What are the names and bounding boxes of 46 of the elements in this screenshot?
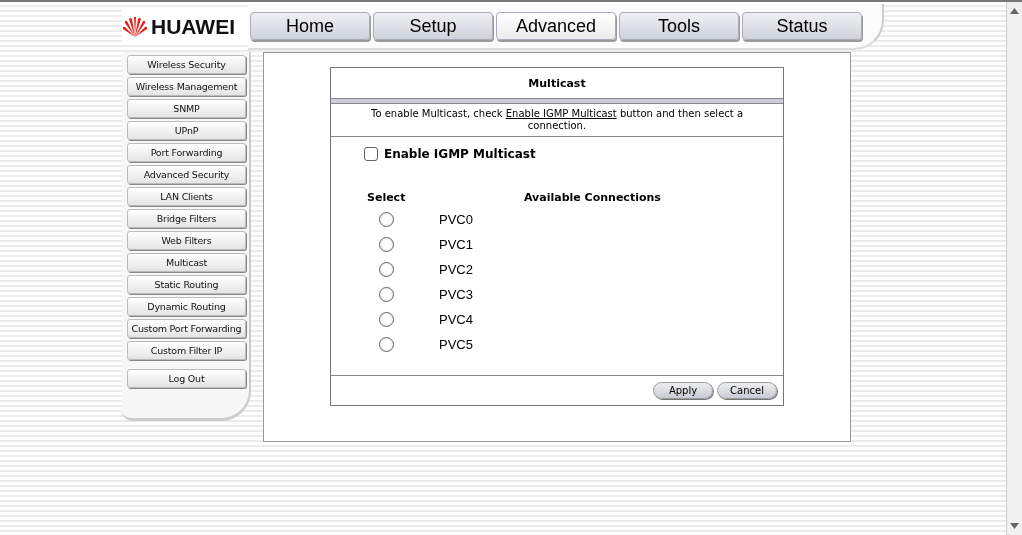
radio-button[interactable]	[379, 237, 394, 252]
enable-igmp-link[interactable]: Enable IGMP Multicast	[505, 108, 617, 119]
section-title: Multicast	[527, 75, 587, 92]
sidebar-item[interactable]: LAN Clients	[127, 187, 246, 206]
sidebar-item[interactable]: UPnP	[127, 121, 246, 140]
radio-button[interactable]	[379, 212, 394, 227]
fan-logo-icon	[122, 17, 148, 37]
radio-button[interactable]	[379, 287, 394, 302]
brand-name: HUAWEI	[151, 15, 235, 39]
instruction-text: To enable Multicast, check Enable IGMP Multicast button and then select a connection.	[331, 104, 783, 137]
connection-name: PVC1	[439, 236, 474, 254]
scrollbar[interactable]	[1006, 2, 1022, 535]
nav-tab[interactable]: Home	[250, 12, 370, 40]
sidebar-item[interactable]: Bridge Filters	[127, 209, 246, 228]
nav-tab[interactable]: Status	[742, 12, 862, 40]
nav-tab[interactable]: Setup	[373, 12, 493, 40]
sidebar-item[interactable]: Wireless Management	[127, 77, 246, 96]
sidebar-item[interactable]: Dynamic Routing	[127, 297, 246, 316]
nav-tab[interactable]: Tools	[619, 12, 739, 40]
sidebar-item[interactable]: Port Forwarding	[127, 143, 246, 162]
connection-name: PVC2	[439, 261, 474, 279]
sidebar-item[interactable]: Static Routing	[127, 275, 246, 294]
sidebar-item[interactable]: Custom Filter IP	[127, 341, 246, 360]
checkbox-label: Enable IGMP Multicast	[384, 147, 536, 161]
connection-name: PVC4	[439, 311, 474, 329]
sidebar-item[interactable]: Wireless Security	[127, 55, 246, 74]
sidebar-item[interactable]: Web Filters	[127, 231, 246, 250]
checkbox[interactable]	[364, 147, 378, 161]
radio-button[interactable]	[379, 312, 394, 327]
radio-button[interactable]	[379, 337, 394, 352]
connection-name: PVC3	[439, 286, 474, 304]
scroll-up-icon[interactable]	[1010, 8, 1019, 14]
column-header: Select	[366, 191, 407, 204]
sidebar-item[interactable]: SNMP	[127, 99, 246, 118]
column-header: Available Connections	[523, 191, 662, 204]
sidebar-item[interactable]: Custom Port Forwarding	[127, 319, 246, 338]
nav-tab[interactable]: Advanced	[496, 12, 616, 40]
cancel-button[interactable]: Cancel	[717, 382, 777, 399]
sidebar-item[interactable]: Multicast	[127, 253, 246, 272]
scroll-down-icon[interactable]	[1010, 523, 1019, 529]
apply-button[interactable]: Apply	[653, 382, 713, 399]
logout-button[interactable]: Log Out	[127, 369, 246, 388]
sidebar-item[interactable]: Advanced Security	[127, 165, 246, 184]
connection-name: PVC0	[439, 211, 474, 229]
connection-name: PVC5	[439, 336, 474, 354]
radio-button[interactable]	[379, 262, 394, 277]
